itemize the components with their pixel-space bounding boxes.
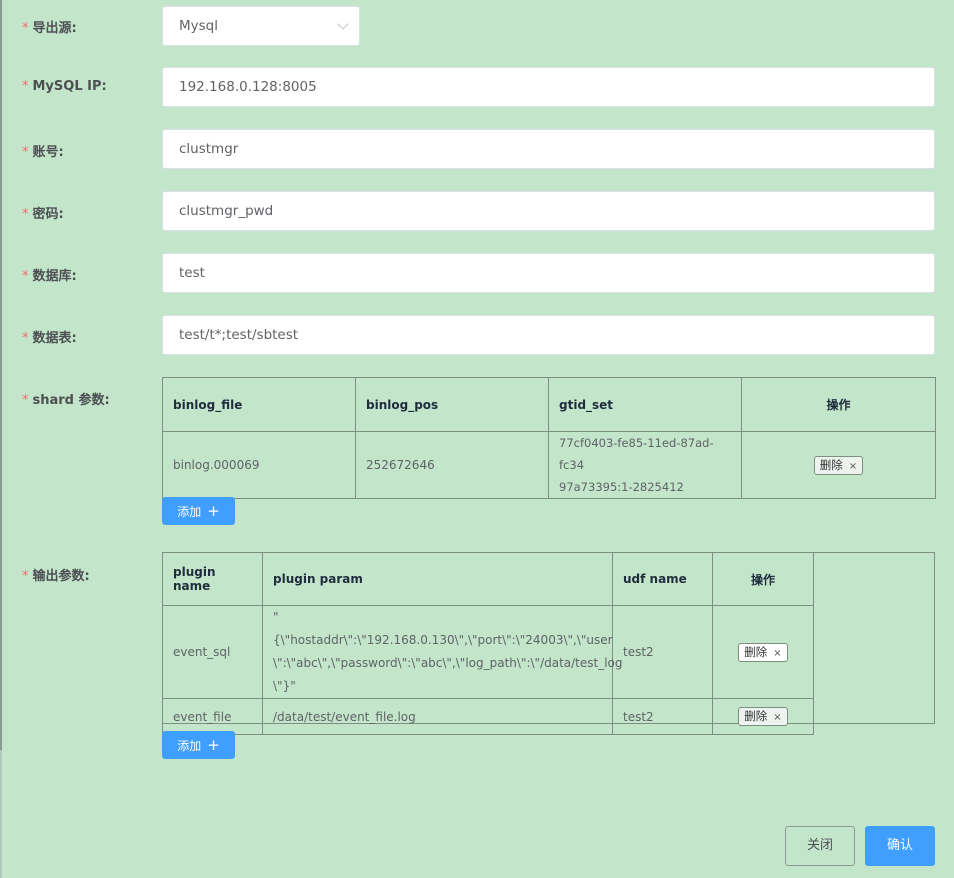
close-icon[interactable]: × xyxy=(849,461,857,472)
table-header-row: binlog_file binlog_pos gtid_set 操作 xyxy=(162,377,936,432)
delete-tag-button[interactable]: 删除 × xyxy=(738,707,788,726)
export-source-label: * 导出源: xyxy=(22,21,77,36)
actions-cell: 删除 × xyxy=(712,605,814,699)
left-edge xyxy=(0,0,2,878)
close-icon[interactable]: × xyxy=(773,712,781,723)
shard-params-label: * shard 参数: xyxy=(22,393,110,408)
export-source-select[interactable]: Mysql xyxy=(162,6,360,46)
actions-cell: 删除 × xyxy=(741,431,936,499)
shard-params-table: binlog_file binlog_pos gtid_set 操作 binlo… xyxy=(162,377,936,499)
tables-input[interactable]: test/t*;test/sbtest xyxy=(162,315,935,355)
plugin-param-line: "{\"hostaddr\":\"192.168.0.130\",\"port\… xyxy=(273,610,613,647)
table-header-row: plugin name plugin param udf name 操作 xyxy=(162,552,814,606)
udf-name-cell[interactable]: test2 xyxy=(612,605,713,699)
table-row: event_file /data/test/event_file.log tes… xyxy=(162,698,814,735)
column-header-plugin-name: plugin name xyxy=(162,552,263,606)
plugin-param-line: \":\"abc\",\"password\":\"abc\",\"log_pa… xyxy=(273,656,623,670)
export-source-value: Mysql xyxy=(179,18,218,34)
gtid-set-line: 97a73395:1-2825412 xyxy=(559,480,684,494)
gtid-set-line: 77cf0403-fe85-11ed-87ad-fc34 xyxy=(559,436,714,472)
column-header-udf-name: udf name xyxy=(612,552,713,606)
plus-icon: + xyxy=(207,502,220,520)
udf-name-cell[interactable]: test2 xyxy=(612,698,713,735)
plugin-param-line: \"}" xyxy=(273,679,296,693)
plugin-name-cell[interactable]: event_file xyxy=(162,698,263,735)
output-params-label: * 输出参数: xyxy=(22,569,90,584)
mysql-ip-input[interactable]: 192.168.0.128:8005 xyxy=(162,67,935,107)
table-row: event_sql "{\"hostaddr\":\"192.168.0.130… xyxy=(162,605,814,699)
column-header-actions: 操作 xyxy=(741,377,936,432)
table-row: binlog.000069 252672646 77cf0403-fe85-11… xyxy=(162,431,936,499)
plus-icon: + xyxy=(207,736,220,754)
close-icon[interactable]: × xyxy=(773,648,781,659)
delete-tag-button[interactable]: 删除 × xyxy=(813,455,864,475)
add-output-button[interactable]: 添加 + xyxy=(162,731,235,759)
actions-cell: 删除 × xyxy=(712,698,814,735)
database-label: * 数据库: xyxy=(22,269,77,284)
tables-label: * 数据表: xyxy=(22,331,77,346)
column-header-binlog-pos: binlog_pos xyxy=(355,377,549,432)
database-input[interactable]: test xyxy=(162,253,935,293)
delete-tag-button[interactable]: 删除 × xyxy=(738,642,788,662)
chevron-down-icon xyxy=(337,18,349,30)
close-button[interactable]: 关闭 xyxy=(785,826,855,866)
mysql-ip-label: * MySQL IP: xyxy=(22,79,107,94)
column-header-binlog-file: binlog_file xyxy=(162,377,356,432)
password-input[interactable]: clustmgr_pwd xyxy=(162,191,935,231)
account-label: * 账号: xyxy=(22,145,64,160)
column-header-actions: 操作 xyxy=(712,552,814,606)
binlog-pos-cell[interactable]: 252672646 xyxy=(355,431,549,499)
binlog-file-cell[interactable]: binlog.000069 xyxy=(162,431,356,499)
plugin-param-cell[interactable]: /data/test/event_file.log xyxy=(262,698,613,735)
gtid-set-cell[interactable]: 77cf0403-fe85-11ed-87ad-fc34 97a73395:1-… xyxy=(548,431,742,499)
confirm-button[interactable]: 确认 xyxy=(865,826,935,866)
account-input[interactable]: clustmgr xyxy=(162,129,935,169)
column-header-plugin-param: plugin param xyxy=(262,552,613,606)
column-header-gtid-set: gtid_set xyxy=(548,377,742,432)
add-shard-button[interactable]: 添加 + xyxy=(162,497,235,525)
output-params-table: plugin name plugin param udf name 操作 eve… xyxy=(162,552,814,735)
password-label: * 密码: xyxy=(22,207,64,222)
plugin-param-cell[interactable]: "{\"hostaddr\":\"192.168.0.130\",\"port\… xyxy=(262,605,623,699)
plugin-name-cell[interactable]: event_sql xyxy=(162,605,263,699)
left-edge-lower xyxy=(0,750,2,878)
